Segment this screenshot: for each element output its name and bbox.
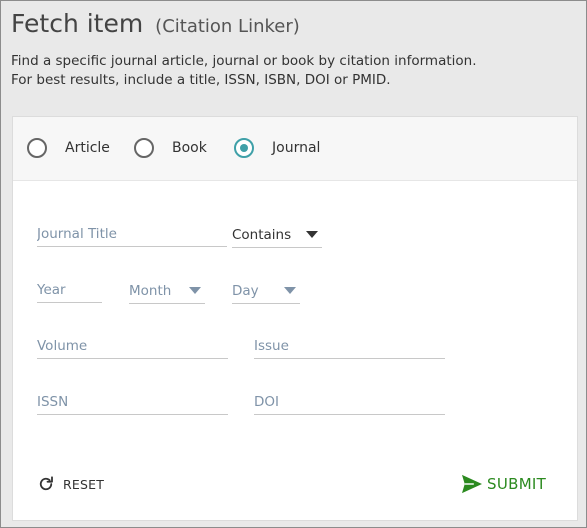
month-select[interactable]: Month: [129, 278, 205, 304]
citation-form-card: Article Book Journal Contains Month: [12, 116, 578, 521]
journal-title-field[interactable]: [37, 221, 227, 247]
page-title: Fetch item (Citation Linker): [11, 9, 300, 38]
submit-label: SUBMIT: [487, 475, 547, 493]
radio-label-article: Article: [65, 140, 110, 156]
issue-field[interactable]: [254, 333, 445, 359]
radio-circle-journal[interactable]: [234, 138, 254, 158]
page-subtitle: (Citation Linker): [155, 16, 300, 37]
reset-label: RESET: [63, 476, 105, 492]
citation-linker-panel: Fetch item (Citation Linker) Find a spec…: [0, 0, 587, 528]
submit-button[interactable]: SUBMIT: [461, 474, 546, 494]
doi-field[interactable]: [254, 389, 445, 415]
radio-label-book: Book: [172, 140, 207, 156]
issue-input[interactable]: [254, 333, 445, 358]
volume-field[interactable]: [37, 333, 228, 359]
month-value: Month: [129, 282, 172, 299]
refresh-icon: [39, 476, 53, 491]
year-input[interactable]: [37, 277, 102, 302]
reset-button[interactable]: RESET: [37, 475, 104, 493]
chevron-down-icon: [284, 287, 296, 294]
radio-circle-book[interactable]: [134, 138, 154, 158]
day-select[interactable]: Day: [232, 278, 300, 304]
send-icon: [462, 474, 482, 494]
journal-title-input[interactable]: [37, 221, 227, 246]
page-title-main: Fetch item: [11, 9, 144, 38]
match-mode-select[interactable]: Contains: [232, 222, 322, 248]
radio-article[interactable]: Article: [27, 137, 110, 159]
item-type-radio-group: Article Book Journal: [13, 117, 577, 181]
day-value: Day: [232, 282, 259, 299]
chevron-down-icon: [306, 231, 318, 238]
description-line-2: For best results, include a title, ISSN,…: [11, 72, 391, 88]
radio-label-journal: Journal: [272, 140, 321, 156]
chevron-down-icon: [189, 287, 201, 294]
description-line-1: Find a specific journal article, journal…: [11, 53, 477, 69]
doi-input[interactable]: [254, 389, 445, 414]
radio-circle-article[interactable]: [27, 138, 47, 158]
issn-field[interactable]: [37, 389, 228, 415]
volume-input[interactable]: [37, 333, 228, 358]
year-field[interactable]: [37, 277, 102, 303]
issn-input[interactable]: [37, 389, 228, 414]
page-description: Find a specific journal article, journal…: [11, 52, 477, 90]
radio-journal[interactable]: Journal: [234, 137, 320, 159]
match-mode-value: Contains: [232, 226, 292, 243]
radio-book[interactable]: Book: [134, 137, 207, 159]
